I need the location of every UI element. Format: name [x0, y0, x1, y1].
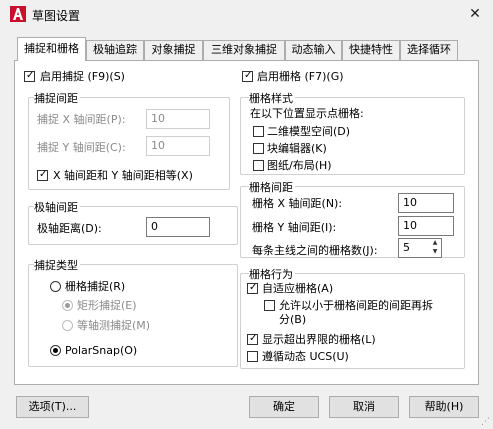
subdivision-label-line2: 分(B) — [279, 313, 307, 326]
xy-equal-checkbox[interactable]: ✓ — [37, 169, 48, 181]
polar-distance-label: 极轴距离(D): — [37, 222, 102, 235]
grid-style-description: 在以下位置显示点栅格: — [250, 107, 364, 120]
subdivision-label-line1: 允许以小于栅格间距的间距再拆 — [279, 299, 433, 312]
sheet-layout-checkbox[interactable] — [253, 160, 264, 171]
tab-selection-cycling[interactable]: 选择循环 — [400, 40, 458, 60]
grid-snap-label: 栅格捕捉(R) — [65, 280, 126, 293]
rectangular-snap-radio[interactable] — [62, 300, 73, 311]
grid-y-label: 栅格 Y 轴间距(I): — [252, 221, 337, 234]
block-editor-checkbox[interactable] — [253, 143, 264, 154]
follow-ucs-label: 遵循动态 UCS(U) — [262, 350, 349, 363]
isometric-snap-label: 等轴测捕捉(M) — [77, 319, 151, 332]
autocad-a-icon — [10, 6, 26, 22]
model-space-checkbox[interactable] — [253, 126, 264, 137]
grid-style-heading: 栅格样式 — [249, 90, 295, 106]
help-button[interactable]: 帮助(H) — [409, 396, 479, 418]
sheet-layout-label: 图纸/布局(H) — [267, 159, 332, 172]
enable-grid-label: 启用栅格 (F7)(G) — [257, 70, 344, 83]
close-icon[interactable]: ✕ — [462, 4, 488, 24]
window-title: 草图设置 — [32, 9, 81, 23]
polarsnap-label: PolarSnap(O) — [65, 344, 138, 357]
xy-equal-label: X 轴间距和 Y 轴间距相等(X) — [53, 169, 193, 182]
grid-x-label: 栅格 X 轴间距(N): — [252, 197, 343, 210]
ok-button[interactable]: 确定 — [249, 396, 319, 418]
resize-grip-icon[interactable]: ⋰ — [481, 417, 491, 427]
polar-spacing-heading: 极轴间距 — [34, 199, 80, 215]
snap-type-heading: 捕捉类型 — [34, 257, 80, 273]
tab-3d-object-snap[interactable]: 三维对象捕捉 — [203, 40, 285, 60]
enable-grid-checkbox[interactable]: ✓ — [242, 70, 253, 82]
tab-object-snap[interactable]: 对象捕捉 — [144, 40, 203, 60]
isometric-snap-radio[interactable] — [62, 320, 73, 331]
block-editor-label: 块编辑器(K) — [267, 142, 327, 155]
enable-snap-label: 启用捕捉 (F9)(S) — [40, 70, 125, 83]
tab-snap-and-grid[interactable]: 捕捉和栅格 — [17, 37, 86, 61]
major-line-spinner[interactable]: ▲ ▼ — [430, 238, 440, 258]
snap-x-input[interactable]: 10 — [146, 109, 210, 129]
spin-up-icon[interactable]: ▲ — [430, 238, 440, 247]
cancel-button[interactable]: 取消 — [329, 396, 399, 418]
follow-ucs-checkbox[interactable] — [247, 351, 258, 362]
model-space-label: 二维模型空间(D) — [267, 125, 351, 138]
beyond-limits-label: 显示超出界限的栅格(L) — [262, 333, 376, 346]
grid-y-input[interactable]: 10 — [398, 216, 454, 236]
major-line-label: 每条主线之间的栅格数(J): — [252, 244, 378, 257]
rectangular-snap-label: 矩形捕捉(E) — [77, 299, 137, 312]
subdivision-checkbox[interactable] — [264, 300, 275, 311]
snap-y-label: 捕捉 Y 轴间距(C): — [37, 141, 126, 154]
spin-down-icon[interactable]: ▼ — [430, 247, 440, 256]
snap-x-label: 捕捉 X 轴间距(P): — [37, 113, 126, 126]
tab-polar-tracking[interactable]: 极轴追踪 — [86, 40, 144, 60]
enable-snap-checkbox[interactable]: ✓ — [24, 70, 35, 82]
adaptive-grid-label: 自适应栅格(A) — [262, 282, 334, 295]
options-button[interactable]: 选项(T)... — [16, 396, 89, 418]
snap-spacing-heading: 捕捉间距 — [34, 90, 80, 106]
grid-x-input[interactable]: 10 — [398, 193, 454, 213]
grid-spacing-heading: 栅格间距 — [249, 179, 295, 195]
tab-quick-properties[interactable]: 快捷特性 — [342, 40, 400, 60]
polarsnap-radio[interactable] — [50, 345, 61, 356]
tab-dynamic-input[interactable]: 动态输入 — [285, 40, 342, 60]
beyond-limits-checkbox[interactable]: ✓ — [247, 333, 258, 345]
grid-snap-radio[interactable] — [50, 281, 61, 292]
grid-behavior-heading: 栅格行为 — [249, 266, 295, 282]
polar-distance-input[interactable]: 0 — [146, 217, 210, 237]
snap-y-input[interactable]: 10 — [146, 136, 210, 156]
adaptive-grid-checkbox[interactable]: ✓ — [247, 282, 258, 294]
